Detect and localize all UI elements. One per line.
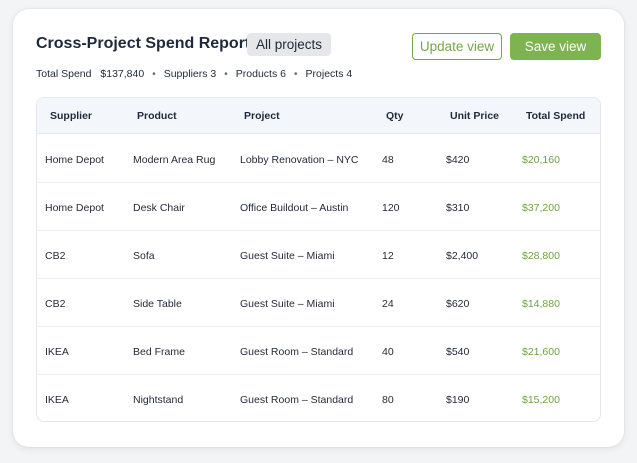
cell-product: Modern Area Rug: [133, 154, 216, 166]
cell-qty: 40: [382, 346, 394, 358]
cell-total-spend: $20,160: [522, 154, 560, 166]
separator-dot: •: [224, 68, 228, 80]
table-row[interactable]: IKEA Nightstand Guest Room – Standard 80…: [37, 375, 600, 421]
spend-table: Supplier Product Project Qty Unit Price …: [36, 97, 601, 422]
cell-total-spend: $14,880: [522, 298, 560, 310]
cell-project: Guest Room – Standard: [240, 394, 354, 406]
table-row[interactable]: Home Depot Desk Chair Office Buildout – …: [37, 183, 600, 231]
table-row[interactable]: Home Depot Modern Area Rug Lobby Renovat…: [37, 135, 600, 183]
cell-product: Side Table: [133, 298, 182, 310]
report-card: Cross-Project Spend Report All projects …: [13, 9, 624, 447]
column-header-supplier[interactable]: Supplier: [50, 110, 92, 122]
cell-project: Guest Suite – Miami: [240, 250, 335, 262]
cell-qty: 80: [382, 394, 394, 406]
cell-project: Office Buildout – Austin: [240, 202, 349, 214]
cell-product: Bed Frame: [133, 346, 185, 358]
cell-qty: 12: [382, 250, 394, 262]
cell-supplier: Home Depot: [45, 154, 104, 166]
cell-unit-price: $2,400: [446, 250, 479, 262]
cell-project: Guest Suite – Miami: [240, 298, 335, 310]
column-header-unit-price[interactable]: Unit Price: [450, 110, 499, 122]
column-header-project[interactable]: Project: [244, 110, 280, 122]
total-spend-label: Total Spend: [36, 68, 92, 80]
suppliers-count: Suppliers 3: [163, 68, 217, 80]
cell-product: Desk Chair: [133, 202, 185, 214]
cell-supplier: IKEA: [45, 346, 69, 358]
cell-unit-price: $540: [446, 346, 470, 358]
products-count: Products 6: [235, 68, 286, 80]
separator-dot: •: [152, 68, 156, 80]
cell-project: Lobby Renovation – NYC: [240, 154, 359, 166]
table-header: Supplier Product Project Qty Unit Price …: [37, 98, 600, 134]
cell-supplier: IKEA: [45, 394, 69, 406]
cell-total-spend: $21,600: [522, 346, 560, 358]
cell-product: Nightstand: [133, 394, 184, 406]
column-header-qty[interactable]: Qty: [386, 110, 404, 122]
cell-qty: 48: [382, 154, 394, 166]
total-spend-value: $137,840: [100, 68, 145, 80]
column-header-total-spend[interactable]: Total Spend: [526, 110, 585, 122]
cell-supplier: CB2: [45, 298, 66, 310]
cell-supplier: Home Depot: [45, 202, 104, 214]
cell-qty: 24: [382, 298, 394, 310]
project-filter-chip[interactable]: All projects: [247, 33, 332, 56]
page-title: Cross-Project Spend Report: [36, 35, 251, 52]
cell-total-spend: $37,200: [522, 202, 560, 214]
save-view-button[interactable]: Save view: [510, 33, 601, 60]
cell-unit-price: $420: [446, 154, 470, 166]
update-view-button[interactable]: Update view: [412, 33, 502, 60]
column-header-product[interactable]: Product: [137, 110, 177, 122]
cell-unit-price: $620: [446, 298, 470, 310]
separator-dot: •: [293, 68, 298, 80]
cell-unit-price: $190: [446, 394, 470, 406]
cell-total-spend: $28,800: [522, 250, 560, 262]
cell-qty: 120: [382, 202, 400, 214]
cell-product: Sofa: [133, 250, 155, 262]
table-row[interactable]: CB2 Sofa Guest Suite – Miami 12 $2,400 $…: [37, 231, 600, 279]
table-row[interactable]: IKEA Bed Frame Guest Room – Standard 40 …: [37, 327, 600, 375]
summary-line: Total Spend $137,840 • Suppliers 3 • Pro…: [36, 68, 352, 80]
cell-project: Guest Room – Standard: [240, 346, 354, 358]
cell-supplier: CB2: [45, 250, 66, 262]
cell-unit-price: $310: [446, 202, 470, 214]
projects-count: Projects 4: [305, 68, 353, 80]
table-row[interactable]: CB2 Side Table Guest Suite – Miami 24 $6…: [37, 279, 600, 327]
cell-total-spend: $15,200: [522, 394, 560, 406]
